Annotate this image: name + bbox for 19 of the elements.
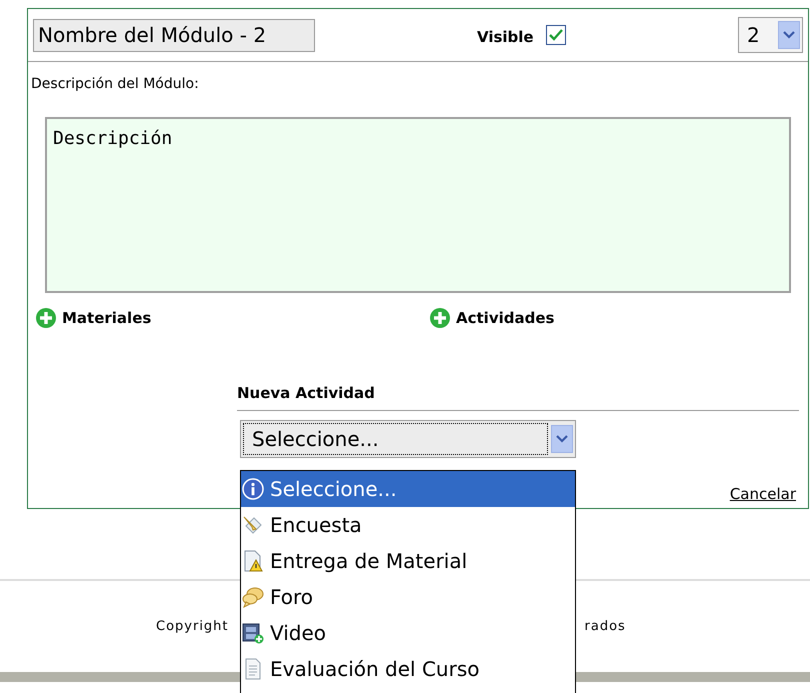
activity-select[interactable]: Seleccione... — [240, 420, 576, 458]
description-label: Descripción del Módulo: — [31, 75, 200, 94]
add-link[interactable]: Materiales — [62, 307, 152, 330]
copyright-text: Copyright — [156, 618, 229, 636]
document-warning-icon — [242, 550, 264, 572]
dropdown-option[interactable]: Seleccione... — [241, 471, 575, 507]
visible-label: Visible — [477, 26, 534, 48]
order-select[interactable]: 2 — [738, 17, 803, 53]
module-name-field[interactable]: Nombre del Módulo - 2 — [33, 18, 315, 52]
add-icon — [35, 307, 57, 330]
speech-bubbles-icon — [242, 586, 264, 608]
visible-checkbox[interactable] — [546, 25, 566, 45]
pencil-paper-icon — [242, 514, 264, 536]
new-activity-heading: Nueva Actividad — [237, 382, 799, 411]
copyright-text: rados — [584, 618, 626, 636]
add-icon — [429, 307, 451, 330]
description-textarea[interactable]: Descripción — [45, 117, 791, 293]
add-link[interactable]: Actividades — [456, 307, 554, 330]
cancel-link[interactable]: Cancelar — [730, 483, 796, 506]
